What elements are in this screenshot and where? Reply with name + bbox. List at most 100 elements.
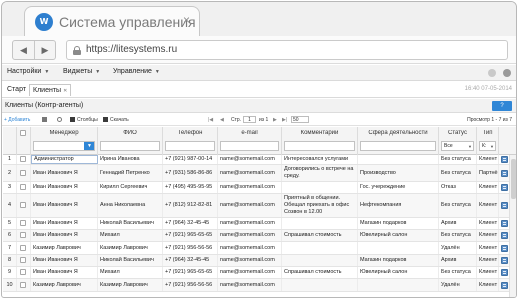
delete-icon[interactable]	[42, 117, 47, 122]
menu-management[interactable]: Управление ▼	[113, 68, 160, 75]
page-total: из 1	[259, 117, 269, 123]
table-row[interactable]: 2 Иван Иванович Я Геннадий Петренко +7 (931…	[3, 165, 516, 182]
row-checkbox[interactable]	[20, 282, 26, 288]
row-checkbox[interactable]	[20, 220, 26, 226]
power-icon[interactable]	[503, 69, 511, 77]
row-checkbox-cell	[17, 255, 31, 266]
last-page-button[interactable]: ▶|	[282, 117, 287, 123]
card-icon[interactable]	[501, 257, 508, 264]
cell-fio: Николай Васильевич	[98, 255, 163, 266]
cell-sphere: Ювелирный салон	[358, 267, 439, 278]
column-header-status[interactable]: Статус	[439, 130, 476, 136]
cell-type: Партнёр	[477, 165, 499, 181]
row-checkbox[interactable]	[20, 184, 26, 190]
next-page-button[interactable]: ▶	[273, 117, 277, 123]
sphere-filter[interactable]	[360, 141, 436, 151]
column-header-phone[interactable]: Телефон	[163, 130, 217, 136]
help-button[interactable]: ?	[492, 101, 512, 111]
cell-manager: Иван Иванович Я	[31, 218, 98, 229]
page-input[interactable]: 1	[243, 116, 256, 123]
url-text[interactable]: https://litesystems.ru	[86, 44, 177, 55]
cell-comment	[282, 182, 358, 193]
column-header-sphere[interactable]: Сфера деятельности	[358, 130, 438, 136]
phone-filter[interactable]	[165, 141, 215, 151]
select-all-checkbox[interactable]	[20, 130, 26, 136]
table-row[interactable]: 4 Иван Иванович Я Анна Николаевна +7 (812) …	[3, 194, 516, 218]
header-comment: Комментарий	[282, 127, 358, 155]
first-page-button[interactable]: |◀	[208, 117, 213, 123]
card-icon[interactable]	[501, 184, 508, 191]
cell-comment	[282, 242, 358, 254]
table-row[interactable]: 7 Казимир Лаврович Казимир Лаврович +7 (921…	[3, 242, 516, 255]
card-icon[interactable]	[501, 269, 508, 276]
browser-tabstrip: W Система управления ×	[2, 2, 516, 37]
prev-page-button[interactable]: ◀	[220, 117, 224, 123]
row-checkbox[interactable]	[20, 257, 26, 263]
row-checkbox[interactable]	[20, 156, 26, 162]
row-checkbox[interactable]	[20, 232, 26, 238]
status-filter-select[interactable]: Все ▼	[441, 141, 474, 151]
table-row[interactable]: 6 Иван Иванович Я Михаил +7 (921) 965-65-65…	[3, 230, 516, 242]
close-tab-icon[interactable]: ×	[183, 13, 190, 27]
table-row[interactable]: 3 Иван Иванович Я Кирилл Сергеевич +7 (495)…	[3, 182, 516, 194]
column-header-email[interactable]: e-mail	[218, 130, 281, 136]
row-checkbox[interactable]	[20, 269, 26, 275]
type-filter-select[interactable]: К: ▼	[479, 141, 496, 151]
grid-scrollbar[interactable]	[509, 155, 516, 297]
cell-sphere	[358, 279, 439, 291]
forward-button[interactable]: ▶	[33, 41, 55, 59]
card-icon[interactable]	[501, 220, 508, 227]
row-checkbox[interactable]	[20, 202, 26, 208]
tab-clients[interactable]: Клиенты ✕	[29, 84, 72, 96]
card-icon[interactable]	[501, 281, 508, 289]
cell-manager: Казимир Лаврович	[31, 279, 98, 291]
email-filter[interactable]	[220, 141, 279, 151]
cell-num: 2	[3, 165, 17, 181]
columns-button[interactable]: Столбцы	[77, 117, 98, 123]
download-button[interactable]: Скачать	[110, 117, 129, 123]
cell-manager[interactable]: Администратор	[31, 155, 98, 164]
filter-dropdown-button[interactable]: ▼	[84, 142, 94, 150]
fio-filter[interactable]	[100, 141, 160, 151]
card-icon[interactable]	[501, 202, 508, 209]
card-icon[interactable]	[501, 169, 508, 177]
table-row[interactable]: 9 Иван Иванович Я Михаил +7 (921) 965-65-65…	[3, 267, 516, 279]
site-logo-icon: W	[35, 13, 53, 31]
gear-icon[interactable]	[488, 69, 496, 77]
comment-filter[interactable]	[284, 141, 355, 151]
menu-settings[interactable]: Настройки ▼	[7, 68, 49, 75]
column-header-comment[interactable]: Комментарий	[282, 130, 357, 136]
address-bar[interactable]: https://litesystems.ru	[66, 40, 508, 60]
cell-status: Архив	[439, 218, 477, 229]
table-row[interactable]: 10 Казимир Лаврович Казимир Лаврович +7 (92…	[3, 279, 516, 292]
table-row[interactable]: 8 Иван Иванович Я Николай Васильевич +7 (96…	[3, 255, 516, 267]
header-fio: ФИО	[98, 127, 163, 155]
column-header-manager[interactable]: Менеджер	[31, 130, 97, 136]
add-button[interactable]: + Добавить	[4, 117, 30, 123]
close-icon[interactable]: ✕	[63, 88, 67, 94]
card-icon[interactable]	[501, 156, 508, 163]
row-checkbox[interactable]	[20, 245, 26, 251]
table-row[interactable]: 5 Иван Иванович Я Николай Васильевич +7 (96…	[3, 218, 516, 230]
table-row[interactable]: 1 Администратор Ирина Иванова +7 (921) 987-…	[3, 155, 516, 165]
cell-fio: Казимир Лаврович	[98, 242, 163, 254]
timestamp: 16:40 07-05-2014	[464, 86, 512, 92]
card-icon[interactable]	[501, 244, 508, 252]
refresh-icon[interactable]	[57, 117, 62, 122]
scrollbar-thumb[interactable]	[511, 159, 516, 199]
manager-filter[interactable]: ▼	[33, 141, 95, 151]
card-icon[interactable]	[501, 232, 508, 239]
cell-type: Клиент	[479, 155, 499, 164]
cell-status: Без статуса	[439, 155, 477, 164]
menu-widgets[interactable]: Виджеты ▼	[63, 68, 100, 75]
tab-start[interactable]: Старт	[4, 84, 29, 96]
column-header-type[interactable]: Тип	[477, 130, 498, 136]
per-page-select[interactable]: 50	[291, 116, 309, 123]
cell-status: Удалён	[439, 279, 477, 291]
cell-fio: Михаил	[98, 230, 163, 241]
browser-tab[interactable]: W Система управления ×	[24, 6, 200, 37]
column-header-fio[interactable]: ФИО	[98, 130, 162, 136]
back-button[interactable]: ◀	[13, 41, 34, 59]
lock-icon	[73, 46, 81, 55]
row-checkbox[interactable]	[20, 170, 26, 176]
